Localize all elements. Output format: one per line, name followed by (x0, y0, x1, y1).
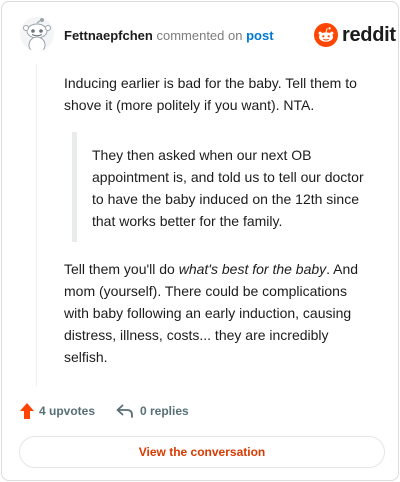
upvote-count: 4 upvotes (39, 404, 96, 418)
upvote-arrow-icon (20, 403, 34, 419)
post-link[interactable]: post (246, 28, 273, 43)
comment-embed-card: Fettnaepfchen commented on post reddit I… (1, 1, 399, 481)
comment-byline: Fettnaepfchen commented on post (64, 28, 274, 43)
byline-verb: commented on (156, 28, 243, 43)
view-conversation-button[interactable]: View the conversation (19, 436, 385, 468)
thread-line (36, 64, 37, 386)
reply-count: 0 replies (140, 404, 189, 418)
upvote-button[interactable]: 4 upvotes (20, 401, 95, 421)
comment-quote: They then asked when our next OB appoint… (72, 132, 372, 242)
quote-text: They then asked when our next OB appoint… (92, 147, 364, 229)
emphasis-text: what's best for the baby (178, 261, 327, 277)
author-name[interactable]: Fettnaepfchen (64, 28, 153, 43)
paragraph-text: Tell them you'll do (64, 261, 179, 277)
reddit-wordmark: reddit (342, 24, 396, 46)
snoo-avatar-icon[interactable] (20, 17, 54, 51)
reply-arrow-icon (116, 404, 133, 418)
reply-button[interactable]: 0 replies (116, 401, 189, 421)
comment-paragraph: Inducing earlier is bad for the baby. Te… (64, 75, 357, 113)
comment-header: Fettnaepfchen commented on post reddit (2, 2, 398, 72)
reddit-logo-icon (314, 23, 338, 47)
comment-paragraph: Tell them you'll do what's best for the … (64, 258, 374, 368)
